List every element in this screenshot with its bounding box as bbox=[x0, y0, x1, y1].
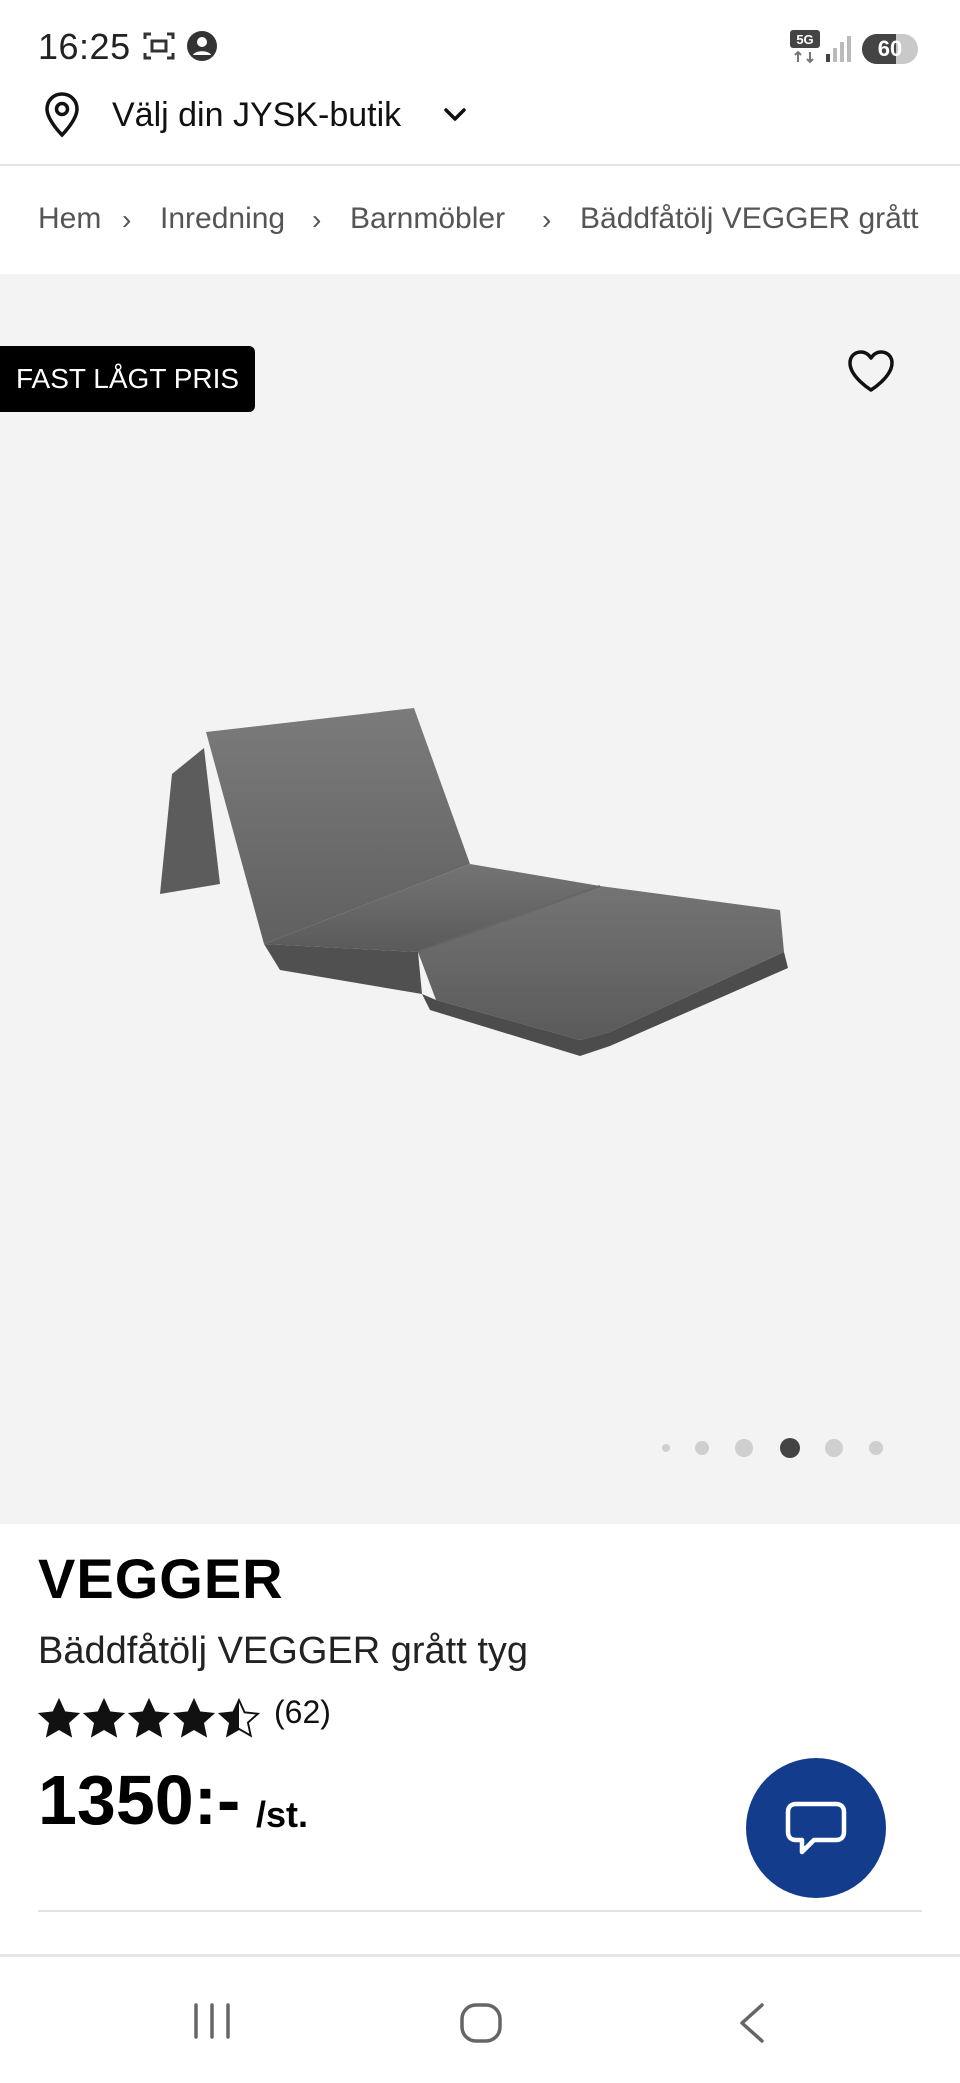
breadcrumb: Hem › Inredning › Barnmöbler › Bäddfåtöl… bbox=[0, 166, 960, 274]
heart-outline-icon[interactable] bbox=[846, 348, 896, 399]
chevron-right-icon: › bbox=[542, 204, 552, 235]
account-circle-icon bbox=[186, 30, 218, 67]
back-icon[interactable] bbox=[734, 2001, 770, 2050]
signal-icon bbox=[824, 34, 854, 69]
network-5g-icon: 5G bbox=[790, 30, 820, 69]
chat-bubble-icon bbox=[784, 1796, 848, 1865]
star-icon bbox=[82, 1697, 126, 1743]
product-price: 1350:- bbox=[38, 1761, 241, 1839]
gallery-dot[interactable] bbox=[869, 1441, 883, 1455]
gallery-dot[interactable] bbox=[695, 1441, 709, 1455]
chat-button[interactable] bbox=[746, 1758, 886, 1898]
star-icon bbox=[37, 1697, 81, 1743]
svg-text:5G: 5G bbox=[796, 32, 813, 47]
chevron-right-icon: › bbox=[312, 204, 322, 235]
chevron-right-icon: › bbox=[122, 204, 132, 235]
chevron-down-icon[interactable] bbox=[440, 100, 470, 135]
home-icon[interactable] bbox=[458, 2001, 504, 2050]
recent-apps-icon[interactable] bbox=[190, 2001, 234, 2046]
star-icon bbox=[217, 1697, 261, 1743]
product-title: Bäddfåtölj VEGGER grått tyg bbox=[38, 1630, 529, 1672]
battery-level: 60 bbox=[877, 36, 903, 61]
gallery-dot[interactable] bbox=[825, 1439, 843, 1457]
breadcrumb-item-barnmobler[interactable]: Barnmöbler bbox=[350, 202, 505, 236]
star-icon bbox=[127, 1697, 171, 1743]
product-gallery[interactable]: FAST LÅGT PRIS bbox=[0, 274, 960, 1524]
gallery-dot[interactable] bbox=[662, 1444, 670, 1452]
price-unit: /st. bbox=[256, 1794, 309, 1835]
status-time: 16:25 bbox=[38, 26, 131, 67]
gallery-pagination bbox=[0, 1428, 960, 1468]
status-bar: 16:25 5G 60 bbox=[0, 0, 960, 86]
review-count[interactable]: (62) bbox=[274, 1694, 331, 1731]
product-info: VEGGER Bäddfåtölj VEGGER grått tyg (62) … bbox=[0, 1524, 960, 1954]
battery-icon: 60 bbox=[862, 34, 918, 64]
divider bbox=[38, 1910, 922, 1912]
store-selector-label: Välj din JYSK-butik bbox=[112, 96, 402, 134]
location-pin-icon bbox=[42, 90, 82, 145]
breadcrumb-item-hem[interactable]: Hem bbox=[38, 202, 101, 236]
store-selector[interactable]: Välj din JYSK-butik bbox=[0, 86, 960, 166]
product-brand: VEGGER bbox=[38, 1547, 284, 1610]
product-image bbox=[140, 704, 820, 1069]
screenshot-icon bbox=[142, 30, 176, 67]
price-badge: FAST LÅGT PRIS bbox=[0, 346, 256, 412]
gallery-dot-active[interactable] bbox=[780, 1438, 800, 1458]
breadcrumb-item-current: Bäddfåtölj VEGGER grått bbox=[580, 202, 919, 235]
system-navigation-bar bbox=[0, 1954, 960, 2083]
breadcrumb-item-inredning[interactable]: Inredning bbox=[160, 202, 285, 236]
gallery-dot[interactable] bbox=[735, 1439, 753, 1457]
star-icon bbox=[172, 1697, 216, 1743]
